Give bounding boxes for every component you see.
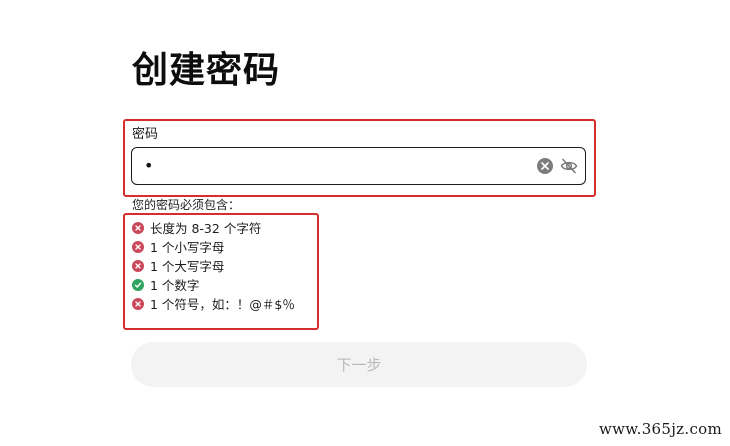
pass-check-icon (132, 278, 144, 291)
password-input[interactable]: • (131, 147, 586, 185)
requirement-item: 1 个小写字母 (132, 237, 295, 256)
fail-x-icon (132, 297, 144, 310)
requirement-item: 1 个符号，如：！@＃$％ (132, 294, 295, 313)
requirement-label: 1 个符号，如：！@＃$％ (150, 297, 295, 312)
password-value: • (144, 156, 154, 175)
requirements-list: 长度为 8-32 个字符 1 个小写字母 1 个大写字母 1 个数字 1 个符号… (132, 218, 295, 313)
eye-slash-icon[interactable] (560, 157, 578, 175)
requirement-item: 长度为 8-32 个字符 (132, 218, 295, 237)
fail-x-icon (132, 259, 144, 272)
requirement-label: 1 个大写字母 (150, 259, 225, 274)
password-label: 密码 (132, 127, 159, 142)
requirements-title: 您的密码必须包含： (132, 198, 241, 212)
watermark: www.365jz.com (598, 420, 722, 438)
fail-x-icon (132, 221, 144, 234)
requirement-label: 1 个小写字母 (150, 240, 225, 255)
fail-x-icon (132, 240, 144, 253)
requirement-item: 1 个大写字母 (132, 256, 295, 275)
page-title: 创建密码 (132, 50, 281, 91)
requirement-label: 1 个数字 (150, 278, 200, 293)
requirement-item: 1 个数字 (132, 275, 295, 294)
next-button[interactable]: 下一步 (131, 342, 587, 387)
requirement-label: 长度为 8-32 个字符 (150, 221, 262, 236)
clear-icon[interactable] (537, 158, 553, 174)
clear-x-glyph (541, 162, 549, 170)
